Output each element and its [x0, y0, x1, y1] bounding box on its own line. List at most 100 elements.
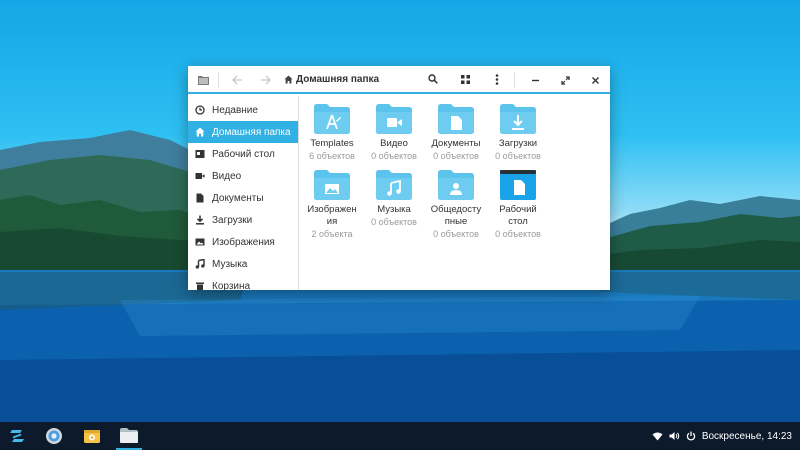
- downloads-folder-icon: [500, 104, 536, 134]
- taskbar-settings-button[interactable]: [80, 422, 104, 450]
- file-name: Templates: [310, 138, 354, 149]
- view-grid-button[interactable]: [454, 66, 476, 94]
- file-count: 0 объектов: [371, 217, 417, 227]
- folder-icon: [197, 76, 209, 85]
- arrow-left-icon: [231, 75, 242, 85]
- file-name: Рабочий стол: [499, 204, 537, 227]
- taskbar-browser-button[interactable]: [42, 422, 66, 450]
- file-count: 0 объектов: [433, 151, 479, 161]
- grid-icon: [460, 74, 470, 84]
- sidebar-item-label: Видео: [212, 170, 242, 182]
- file-item-desktop[interactable]: Рабочий стол 0 объектов: [487, 170, 549, 240]
- title-bar: Домашняя папка: [188, 66, 610, 94]
- maximize-button[interactable]: [554, 66, 576, 94]
- document-icon: [196, 193, 204, 203]
- sidebar-item-label: Загрузки: [212, 214, 253, 226]
- sidebar-item-desktop[interactable]: Рабочий стол: [188, 143, 298, 165]
- desktop-folder-icon: [500, 170, 536, 200]
- video-folder-icon: [376, 104, 412, 134]
- search-icon: [428, 74, 438, 84]
- download-icon: [196, 215, 204, 225]
- power-button[interactable]: [684, 422, 698, 450]
- start-menu-button[interactable]: [4, 422, 30, 450]
- clock[interactable]: Воскресенье, 14:23: [702, 422, 792, 450]
- places-sidebar: Недавние Домашняя папка Рабочий стол Вид…: [188, 96, 299, 290]
- zorin-logo-icon: [10, 430, 24, 442]
- file-item-pictures[interactable]: Изображен ия 2 объекта: [301, 170, 363, 240]
- file-name: Общедосту пные: [430, 204, 482, 227]
- templates-folder-icon: [314, 104, 350, 134]
- forward-button[interactable]: [254, 66, 276, 94]
- sidebar-item-label: Музыка: [212, 258, 248, 270]
- sidebar-item-documents[interactable]: Документы: [188, 187, 298, 209]
- music-icon: [195, 259, 205, 269]
- music-folder-icon: [376, 170, 412, 200]
- sidebar-toggle-button[interactable]: [192, 66, 214, 94]
- file-grid: Templates 6 объектов Видео 0 объектов До…: [300, 96, 610, 290]
- file-item-templates[interactable]: Templates 6 объектов: [301, 104, 363, 162]
- file-count: 6 объектов: [309, 151, 355, 161]
- file-item-video[interactable]: Видео 0 объектов: [363, 104, 425, 162]
- video-icon: [195, 173, 205, 179]
- files-icon: [120, 427, 138, 443]
- desktop-icon: [195, 150, 205, 158]
- trash-icon: [196, 282, 204, 290]
- power-icon: [686, 431, 696, 441]
- pictures-folder-icon: [314, 170, 350, 200]
- sidebar-item-label: Рабочий стол: [212, 148, 275, 160]
- sidebar-item-label: Корзина: [212, 280, 251, 291]
- image-icon: [195, 238, 205, 246]
- close-icon: [591, 76, 599, 84]
- file-item-downloads[interactable]: Загрузки 0 объектов: [487, 104, 549, 162]
- sidebar-item-trash[interactable]: Корзина: [188, 275, 298, 290]
- sidebar-item-recent[interactable]: Недавние: [188, 99, 298, 121]
- public-folder-icon: [438, 170, 474, 200]
- taskbar: Воскресенье, 14:23: [0, 422, 800, 450]
- search-button[interactable]: [422, 66, 444, 94]
- browser-icon: [46, 428, 62, 444]
- minimize-icon: [531, 79, 539, 81]
- documents-folder-icon: [438, 104, 474, 134]
- home-icon: [284, 75, 293, 83]
- file-item-music[interactable]: Музыка 0 объектов: [363, 170, 425, 228]
- sidebar-item-label: Документы: [212, 192, 264, 204]
- location-breadcrumb[interactable]: Домашняя папка: [284, 66, 408, 94]
- clock-icon: [195, 105, 205, 115]
- file-count: 0 объектов: [495, 151, 541, 161]
- file-count: 2 объекта: [311, 229, 353, 239]
- location-label: Домашняя папка: [296, 73, 380, 85]
- volume-indicator[interactable]: [667, 422, 681, 450]
- back-button[interactable]: [226, 66, 248, 94]
- file-name: Изображен ия: [307, 204, 357, 227]
- sidebar-item-home[interactable]: Домашняя папка: [188, 121, 298, 143]
- file-name: Музыка: [377, 204, 411, 215]
- sidebar-item-label: Изображения: [212, 236, 275, 248]
- menu-button[interactable]: [486, 66, 508, 94]
- sidebar-item-images[interactable]: Изображения: [188, 231, 298, 253]
- file-name: Загрузки: [498, 138, 538, 149]
- sidebar-item-video[interactable]: Видео: [188, 165, 298, 187]
- file-name: Документы: [431, 138, 481, 149]
- sidebar-item-music[interactable]: Музыка: [188, 253, 298, 275]
- arrow-right-icon: [260, 75, 271, 85]
- network-indicator[interactable]: [650, 422, 664, 450]
- file-count: 0 объектов: [433, 229, 479, 239]
- file-item-public[interactable]: Общедосту пные 0 объектов: [425, 170, 487, 240]
- file-item-documents[interactable]: Документы 0 объектов: [425, 104, 487, 162]
- file-count: 0 объектов: [495, 229, 541, 239]
- home-icon: [195, 127, 205, 137]
- settings-icon: [84, 430, 100, 443]
- file-count: 0 объектов: [371, 151, 417, 161]
- maximize-icon: [560, 75, 570, 85]
- minimize-button[interactable]: [524, 66, 546, 94]
- close-button[interactable]: [584, 66, 606, 94]
- wifi-icon: [652, 432, 662, 440]
- taskbar-files-button[interactable]: [116, 422, 142, 450]
- sidebar-item-label: Недавние: [212, 104, 258, 116]
- kebab-menu-icon: [495, 73, 499, 85]
- sidebar-item-label: Домашняя папка: [212, 126, 291, 138]
- file-manager-window: Домашняя папка Недавние Домашняя папка Р…: [188, 66, 610, 290]
- volume-icon: [669, 432, 679, 440]
- file-name: Видео: [380, 138, 408, 149]
- sidebar-item-downloads[interactable]: Загрузки: [188, 209, 298, 231]
